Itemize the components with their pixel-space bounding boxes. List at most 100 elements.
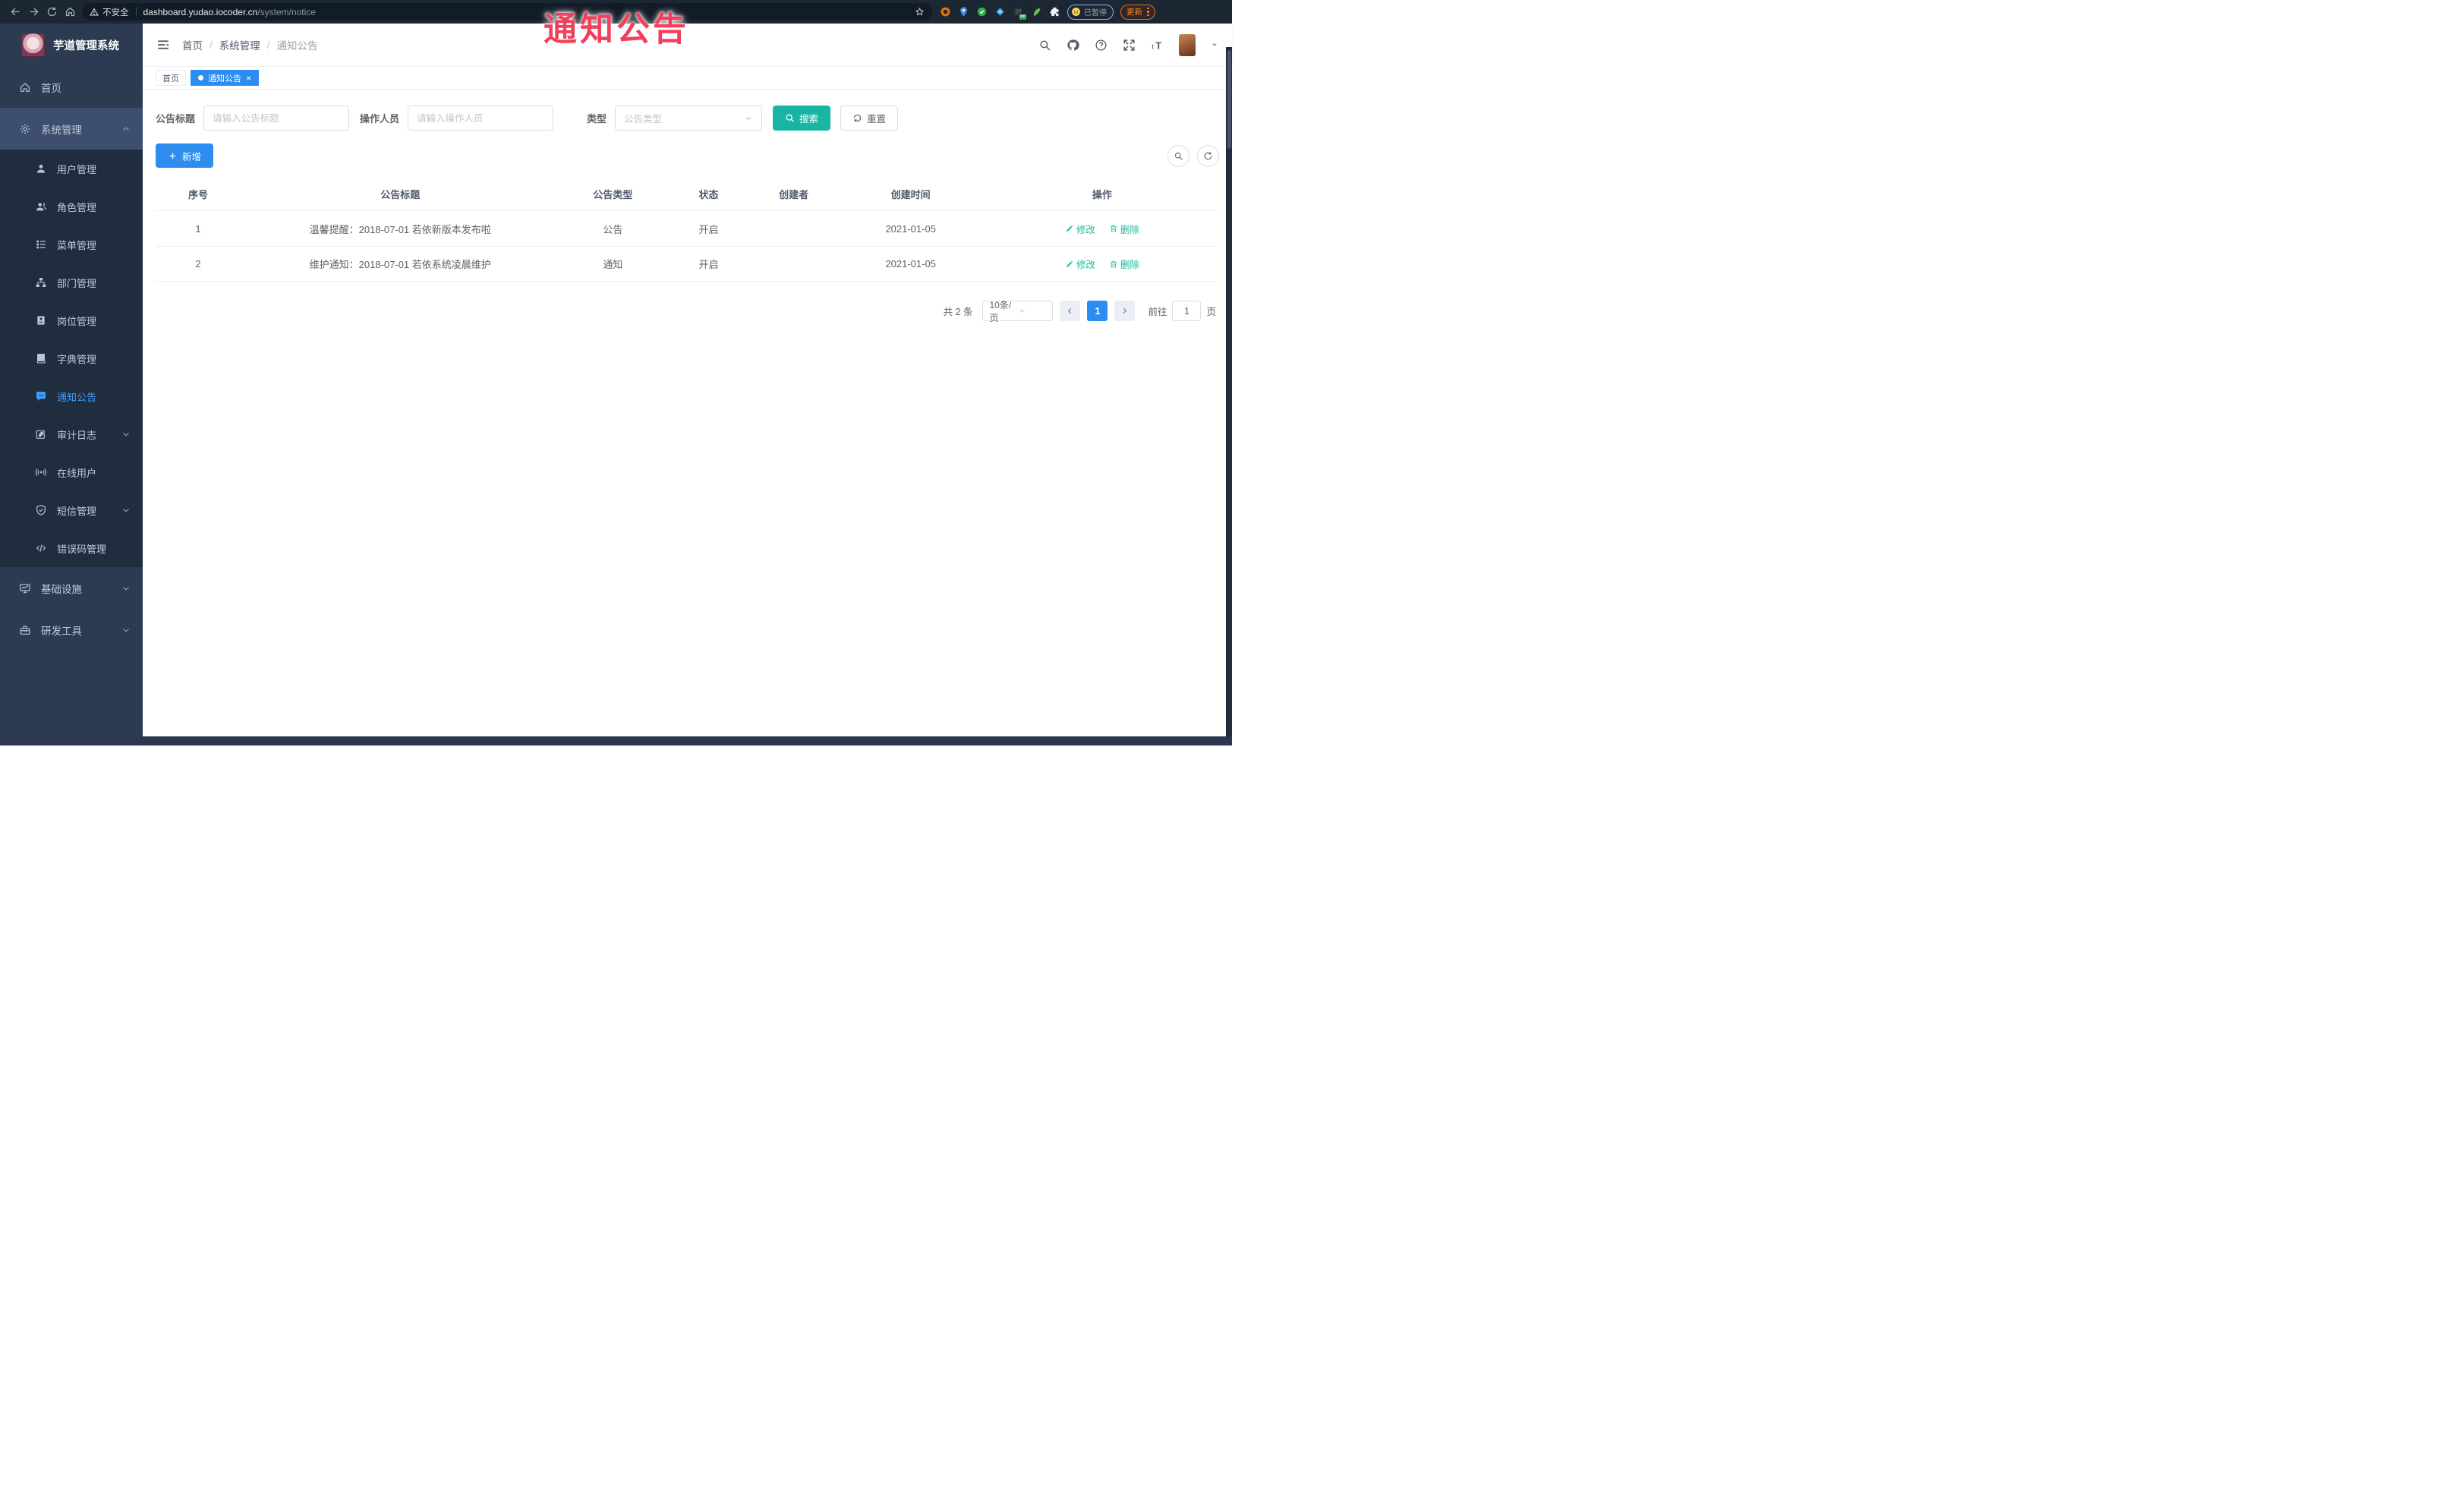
sidebar-item-users[interactable]: 角色管理 bbox=[0, 188, 143, 225]
gear-icon bbox=[19, 123, 31, 135]
announcement-icon bbox=[35, 390, 47, 402]
sidebar-item-label: 通知公告 bbox=[57, 391, 97, 403]
extension-dark-on-icon[interactable]: on bbox=[1013, 6, 1026, 20]
type-filter-label: 类型 bbox=[587, 113, 607, 125]
page-size-select[interactable]: 10条/页 bbox=[982, 300, 1054, 323]
toggle-search-button[interactable] bbox=[1167, 144, 1189, 167]
user-menu-chevron-down-icon[interactable] bbox=[1211, 41, 1218, 49]
edit-row-button[interactable]: 修改 bbox=[1065, 257, 1095, 271]
github-icon[interactable] bbox=[1067, 39, 1079, 52]
sidebar-item-code[interactable]: 错误码管理 bbox=[0, 529, 143, 567]
sidebar-item-org-tree[interactable]: 部门管理 bbox=[0, 263, 143, 301]
sidebar-item-badge[interactable]: 岗位管理 bbox=[0, 301, 143, 339]
sidebar-collapse-icon[interactable] bbox=[156, 38, 170, 52]
column-header: 创建时间 bbox=[890, 188, 931, 200]
edit-row-button[interactable]: 修改 bbox=[1065, 222, 1095, 236]
security-label: 不安全 bbox=[102, 8, 129, 17]
refresh-icon bbox=[1204, 151, 1212, 159]
reset-icon bbox=[853, 114, 862, 122]
column-header: 创建者 bbox=[779, 188, 809, 200]
extension-paused-pill[interactable]: 已暂停 bbox=[1067, 4, 1114, 20]
sidebar-item-toolbox[interactable]: 研发工具 bbox=[0, 609, 143, 651]
table-cell: 公告 bbox=[603, 223, 623, 235]
users-icon bbox=[35, 200, 47, 213]
delete-row-button[interactable]: 删除 bbox=[1109, 222, 1139, 236]
user-avatar[interactable] bbox=[1179, 33, 1196, 56]
breadcrumb-item[interactable]: 系统管理 bbox=[219, 37, 260, 52]
close-icon[interactable]: × bbox=[246, 74, 251, 83]
bookmark-star-icon[interactable] bbox=[915, 7, 925, 17]
goto-page-input[interactable] bbox=[1172, 301, 1202, 321]
chevron-left-icon bbox=[1068, 307, 1072, 314]
fullscreen-icon[interactable] bbox=[1123, 39, 1136, 52]
sidebar-item-monitor[interactable]: 基础设施 bbox=[0, 567, 143, 609]
extension-blue-diamond-icon[interactable] bbox=[994, 6, 1006, 17]
security-warning[interactable]: 不安全 bbox=[90, 6, 129, 18]
refresh-table-button[interactable] bbox=[1197, 144, 1219, 167]
scrollbar[interactable] bbox=[1226, 47, 1232, 736]
sidebar-item-announcement[interactable]: 通知公告 bbox=[0, 377, 143, 415]
sidebar-item-shield[interactable]: 短信管理 bbox=[0, 491, 143, 529]
title-filter-input[interactable] bbox=[203, 106, 350, 131]
browser-menu-icon[interactable] bbox=[1147, 7, 1149, 17]
sidebar-item-label: 岗位管理 bbox=[57, 315, 97, 327]
select-chevron-down-icon bbox=[744, 114, 753, 123]
sidebar-item-label: 用户管理 bbox=[57, 163, 97, 175]
browser-home-icon[interactable] bbox=[61, 3, 79, 21]
menu-list-icon bbox=[35, 238, 47, 251]
browser-update-button[interactable]: 更新 bbox=[1120, 4, 1155, 20]
table-row: 1 温馨提醒：2018-07-01 若依新版本发布啦 公告 开启 2021-01-05 修… bbox=[156, 210, 1219, 246]
operator-filter-input[interactable] bbox=[408, 106, 554, 131]
browser-forward-icon[interactable] bbox=[24, 3, 43, 21]
sidebar-item-label: 基础设施 bbox=[41, 583, 82, 595]
type-select-placeholder: 公告类型 bbox=[624, 114, 663, 125]
extension-leaf-icon[interactable] bbox=[1031, 6, 1042, 17]
tab-active[interactable]: 通知公告 × bbox=[191, 70, 260, 86]
sidebar-item-book[interactable]: 字典管理 bbox=[0, 339, 143, 377]
extension-green-circle-icon[interactable] bbox=[976, 6, 988, 17]
chevron-right-icon bbox=[1123, 307, 1127, 314]
url-bar[interactable]: 不安全 dashboard.yudao.iocoder.cn/system/no… bbox=[82, 3, 932, 20]
sidebar-item-label: 研发工具 bbox=[41, 625, 82, 637]
sidebar-item-online-users[interactable]: 在线用户 bbox=[0, 453, 143, 491]
active-tab-dot bbox=[198, 75, 203, 80]
sidebar-item-audit-log[interactable]: 审计日志 bbox=[0, 415, 143, 453]
tab-label: 首页 bbox=[162, 74, 179, 84]
prev-page-button[interactable] bbox=[1060, 301, 1081, 321]
app-logo-row[interactable]: 芋道管理系统 bbox=[0, 24, 143, 66]
table-header-row: 序号 公告标题 公告类型 状态 创建者 创建时间 操作 bbox=[156, 177, 1219, 210]
sidebar-item-label: 短信管理 bbox=[57, 505, 97, 517]
title-filter-label: 公告标题 bbox=[156, 113, 196, 125]
pagination-total: 共 2 条 bbox=[943, 307, 973, 317]
search-button[interactable]: 搜索 bbox=[773, 106, 831, 131]
browser-back-icon[interactable] bbox=[6, 3, 24, 21]
next-page-button[interactable] bbox=[1114, 301, 1136, 321]
page-number-button[interactable]: 1 bbox=[1087, 301, 1108, 321]
table-cell: 开启 bbox=[698, 223, 719, 235]
sidebar-item-menu-list[interactable]: 菜单管理 bbox=[0, 225, 143, 263]
sidebar-item-gear[interactable]: 系统管理 bbox=[0, 108, 143, 150]
extension-location-pin-icon[interactable] bbox=[958, 6, 969, 17]
tab-label: 通知公告 bbox=[208, 74, 241, 84]
type-filter-select[interactable]: 公告类型 bbox=[615, 106, 763, 131]
page-unit-label: 页 bbox=[1206, 307, 1216, 317]
font-size-icon[interactable]: tT bbox=[1151, 39, 1164, 52]
breadcrumb-separator: / bbox=[210, 39, 213, 51]
sidebar-item-home[interactable]: 首页 bbox=[0, 66, 143, 108]
tab-item[interactable]: 首页 bbox=[156, 70, 186, 86]
sidebar-item-user[interactable]: 用户管理 bbox=[0, 150, 143, 188]
help-icon[interactable] bbox=[1095, 39, 1108, 52]
search-icon[interactable] bbox=[1038, 39, 1051, 52]
breadcrumb-item[interactable]: 首页 bbox=[182, 37, 203, 52]
app-logo-image bbox=[21, 33, 45, 57]
extension-cluster: on 已暂停 更新 bbox=[940, 4, 1157, 20]
delete-row-button[interactable]: 删除 bbox=[1109, 257, 1139, 271]
extension-orange-ring-icon[interactable] bbox=[940, 6, 951, 17]
browser-reload-icon[interactable] bbox=[43, 3, 61, 21]
extensions-puzzle-icon[interactable] bbox=[1049, 6, 1060, 17]
table-cell: 开启 bbox=[698, 259, 719, 270]
add-button[interactable]: 新增 bbox=[156, 143, 214, 168]
reset-button[interactable]: 重置 bbox=[840, 106, 899, 131]
filter-form: 公告标题 操作人员 类型 公告类型 搜索 重置 bbox=[156, 106, 1219, 131]
table-cell: 2 bbox=[195, 258, 201, 270]
